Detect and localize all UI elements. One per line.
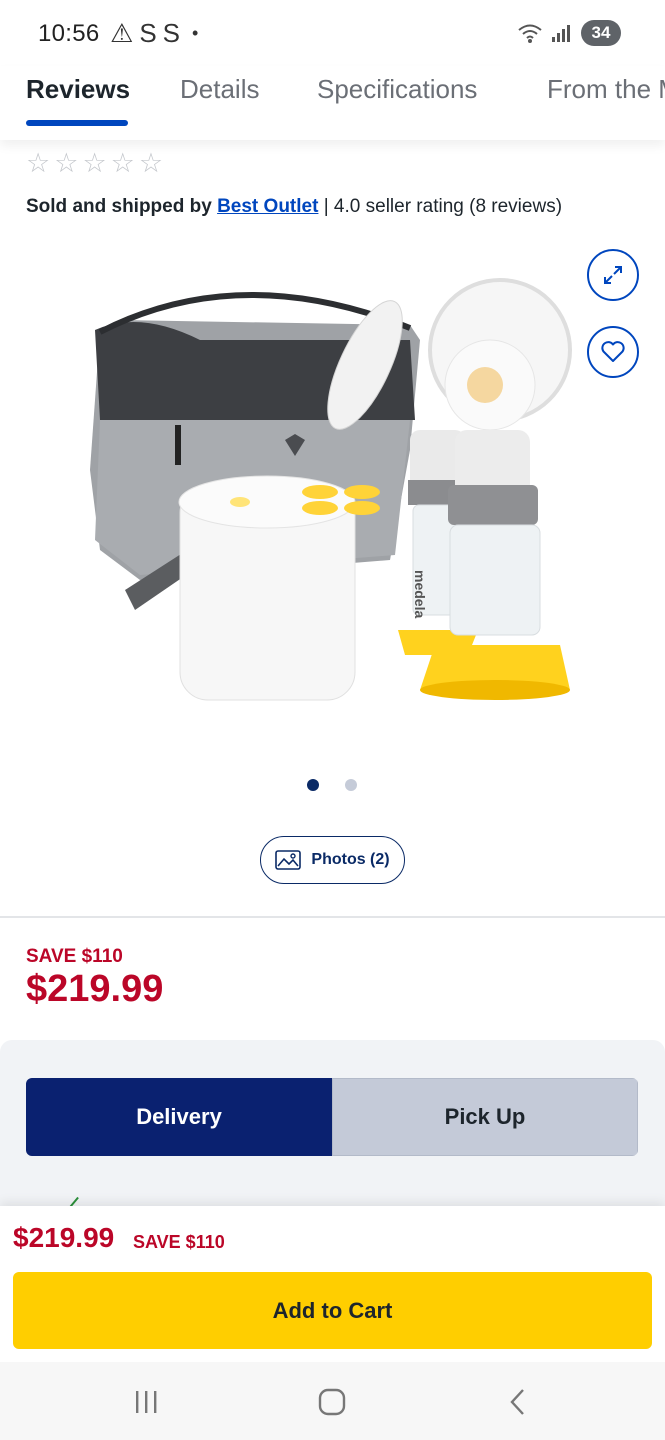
alert-icon: ⚠ [110,18,134,48]
status-system-icons: 34 [517,20,621,46]
system-navigation-bar [0,1362,665,1440]
tab-details[interactable]: Details [180,74,259,105]
home-icon [318,1388,346,1416]
heart-icon [601,341,625,362]
delivery-option[interactable]: Delivery [26,1078,332,1156]
brand-label: medela [412,570,428,618]
seller-prefix: Sold and shipped by [26,196,212,217]
product-tabs: Reviews Details Specifications From the … [0,66,665,140]
sticky-savings-label: SAVE $110 [133,1232,225,1252]
tab-specifications[interactable]: Specifications [317,74,477,105]
battery-icon: 34 [581,20,621,46]
status-bar: 10:56 ⚠ S S • 34 [0,0,665,66]
fulfillment-toggle: Delivery Pick Up [26,1078,638,1156]
active-tab-indicator [26,120,128,126]
back-icon [510,1389,524,1415]
status-notification-icons: ⚠ S S • [110,18,198,49]
seller-rating: | 4.0 seller rating (8 reviews) [323,196,563,217]
expand-image-button[interactable] [587,249,639,301]
seller-info: Sold and shipped by Best Outlet | 4.0 se… [26,196,562,218]
price: $219.99 [26,968,164,1010]
star-icon: ☆ [54,148,79,178]
pickup-option[interactable]: Pick Up [332,1078,638,1156]
carousel-indicator [307,779,357,791]
star-icon: ☆ [82,148,107,178]
expand-icon [604,266,622,284]
home-button[interactable] [312,1384,352,1420]
seller-link[interactable]: Best Outlet [217,196,318,217]
savings-label: SAVE $110 [26,946,123,967]
photos-button[interactable]: Photos (2) [260,836,405,884]
back-button[interactable] [498,1384,538,1420]
star-rating[interactable]: ☆ ☆ ☆ ☆ ☆ [26,148,163,179]
recent-apps-icon [136,1391,157,1413]
section-divider [0,916,665,918]
recent-apps-button[interactable] [126,1384,166,1420]
status-time: 10:56 [38,20,100,47]
star-icon: ☆ [138,148,164,178]
sticky-price: $219.99 [13,1222,115,1253]
more-notifications-dot: • [192,23,199,43]
s-app-icon: S [139,18,157,48]
photo-icon [275,850,302,870]
add-to-cart-button[interactable]: Add to Cart [13,1272,652,1349]
wifi-icon [518,24,542,43]
star-icon: ☆ [110,148,135,178]
signal-icon [552,25,570,42]
save-to-favorites-button[interactable] [587,326,639,378]
star-icon: ☆ [26,148,51,178]
s-app-icon-2: S [162,18,180,48]
tab-from-the-manufacturer[interactable]: From the Manufacturer [547,74,665,105]
carousel-dot-active[interactable] [307,779,319,791]
photos-label: Photos (2) [311,851,390,868]
tab-reviews[interactable]: Reviews [26,74,130,105]
product-image[interactable]: medela [80,270,580,720]
carousel-dot[interactable] [345,779,357,791]
